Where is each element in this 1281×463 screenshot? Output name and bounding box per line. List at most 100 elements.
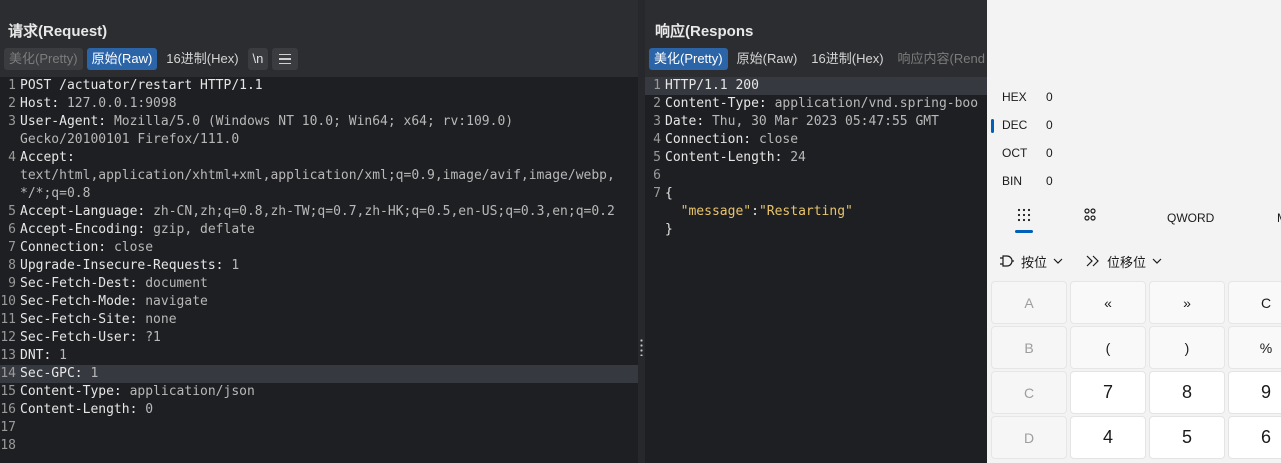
editor-line[interactable]: 9 Sec-Fetch-Dest: document — [0, 275, 638, 293]
editor-line[interactable]: 18 — [0, 437, 638, 455]
header-value: application/vnd.spring-boo — [774, 96, 979, 111]
bitwise-dropdown[interactable]: 按位 — [999, 252, 1063, 271]
header-name: Date — [665, 114, 697, 129]
response-tab-hex[interactable]: 16进制(Hex) — [806, 48, 888, 70]
line-number: 18 — [0, 438, 16, 453]
key-»[interactable]: » — [1149, 281, 1225, 324]
header-value: application/json — [129, 384, 255, 399]
editor-line[interactable]: 17 — [0, 419, 638, 437]
editor-line[interactable]: 5 Accept-Language: zh-CN,zh;q=0.8,zh-TW;q… — [0, 203, 638, 221]
editor-line[interactable]: "message":"Restarting" — [645, 203, 987, 221]
line-content: Content-Length: 24 — [665, 150, 806, 165]
drag-handle-icon[interactable] — [640, 338, 643, 356]
editor-line[interactable]: 1 POST /actuator/restart HTTP/1.1 — [0, 77, 638, 95]
line-content: Host: 127.0.0.1:9098 — [20, 96, 177, 111]
radix-hex[interactable]: HEX 0 — [987, 83, 1281, 111]
key-6[interactable]: 6 — [1228, 416, 1281, 459]
editor-line[interactable]: 7 Connection: close — [0, 239, 638, 257]
bitshift-label: 位移位 — [1107, 254, 1147, 270]
editor-line[interactable]: 1 HTTP/1.1 200 — [645, 77, 987, 95]
key-([interactable]: ( — [1070, 326, 1146, 369]
header-value: text/html,application/xhtml+xml,applicat… — [20, 168, 615, 201]
radix-label: BIN — [1002, 174, 1023, 188]
key-9[interactable]: 9 — [1228, 371, 1281, 414]
line-number: 3 — [653, 114, 661, 129]
header-value: document — [145, 276, 208, 291]
line-number: 5 — [653, 150, 661, 165]
editor-line[interactable]: 6 — [645, 167, 987, 185]
editor-line[interactable]: 16 Content-Length: 0 — [0, 401, 638, 419]
key-C: C — [991, 371, 1067, 414]
editor-line[interactable]: 10 Sec-Fetch-Mode: navigate — [0, 293, 638, 311]
radix-oct[interactable]: OCT 0 — [987, 139, 1281, 167]
line-content: Content-Length: 0 — [20, 402, 154, 417]
radix-dec[interactable]: DEC 0 — [987, 111, 1281, 139]
header-value: 24 — [790, 150, 806, 165]
line-content: "message":"Restarting" — [665, 203, 853, 221]
editor-line[interactable]: 12 Sec-Fetch-User: ?1 — [0, 329, 638, 347]
editor-line[interactable]: 4 Accept: text/html,application/xhtml+xml… — [0, 149, 638, 203]
editor-line[interactable]: 13 DNT: 1 — [0, 347, 638, 365]
line-number — [645, 221, 665, 239]
key-7[interactable]: 7 — [1070, 371, 1146, 414]
request-editor[interactable]: 1 POST /actuator/restart HTTP/1.1 2 Host: 1… — [0, 77, 638, 463]
editor-line[interactable]: 15 Content-Type: application/json — [0, 383, 638, 401]
request-newline-toggle[interactable]: \n — [247, 48, 269, 70]
editor-line[interactable]: 2 Host: 127.0.0.1:9098 — [0, 95, 638, 113]
key-A: A — [991, 281, 1067, 324]
radix-bin[interactable]: BIN 0 — [987, 167, 1281, 195]
editor-line[interactable]: 6 Accept-Encoding: gzip, deflate — [0, 221, 638, 239]
line-content: } — [665, 222, 673, 237]
response-tab-raw[interactable]: 原始(Raw) — [732, 48, 803, 70]
word-size-button[interactable]: QWORD — [1167, 211, 1214, 225]
request-tab-hex[interactable]: 16进制(Hex) — [161, 48, 243, 70]
response-tab-render[interactable]: 响应内容(Rend — [893, 48, 987, 70]
key-%[interactable]: % — [1228, 326, 1281, 369]
hamburger-menu-icon[interactable] — [272, 48, 299, 70]
editor-line[interactable]: } — [645, 221, 987, 239]
line-number: 2 — [8, 96, 16, 111]
line-content: Content-Type: application/json — [20, 384, 255, 399]
line-number: 1 — [653, 78, 661, 93]
key-«[interactable]: « — [1070, 281, 1146, 324]
line-number: 6 — [653, 168, 661, 183]
editor-line[interactable]: 2 Content-Type: application/vnd.spring-bo… — [645, 95, 987, 113]
editor-line[interactable]: 4 Connection: close — [645, 131, 987, 149]
key-4[interactable]: 4 — [1070, 416, 1146, 459]
editor-line[interactable]: 3 User-Agent: Mozilla/5.0 (Windows NT 10.… — [0, 113, 638, 149]
bit-toggle-icon[interactable] — [1083, 208, 1097, 225]
editor-line[interactable]: 3 Date: Thu, 30 Mar 2023 05:47:55 GMT — [645, 113, 987, 131]
pane-splitter[interactable] — [638, 0, 645, 463]
line-content: Sec-Fetch-Dest: document — [20, 276, 208, 291]
radix-label: DEC — [1002, 118, 1028, 132]
key-)[interactable]: ) — [1149, 326, 1225, 369]
key-C[interactable]: C — [1228, 281, 1281, 324]
request-title: 请求(Request) — [8, 23, 108, 40]
line-content: Sec-Fetch-Mode: navigate — [20, 294, 208, 309]
key-5[interactable]: 5 — [1149, 416, 1225, 459]
line-content: Accept-Encoding: gzip, deflate — [20, 222, 255, 237]
request-tab-pretty[interactable]: 美化(Pretty) — [4, 48, 83, 70]
header-name: Sec-Fetch-User — [20, 330, 130, 345]
request-tab-raw[interactable]: 原始(Raw) — [86, 48, 158, 70]
memory-button[interactable]: M — [1277, 211, 1281, 225]
header-value: ?1 — [145, 330, 161, 345]
line-number: 16 — [0, 402, 16, 417]
key-8[interactable]: 8 — [1149, 371, 1225, 414]
line-content: Sec-Fetch-Site: none — [20, 312, 177, 327]
editor-line[interactable]: 14 Sec-GPC: 1 — [0, 365, 638, 383]
editor-line[interactable]: 7{ — [645, 185, 987, 203]
editor-line[interactable]: 8 Upgrade-Insecure-Requests: 1 — [0, 257, 638, 275]
line-number: 1 — [8, 78, 16, 93]
editor-line[interactable]: 11 Sec-Fetch-Site: none — [0, 311, 638, 329]
response-editor[interactable]: 1 HTTP/1.1 200 2 Content-Type: application/… — [645, 77, 987, 463]
bitshift-dropdown[interactable]: 位移位 — [1085, 252, 1162, 271]
calculator-mode-tabs: QWORD M — [987, 200, 1281, 238]
line-number: 15 — [0, 384, 16, 399]
editor-line[interactable]: 5 Content-Length: 24 — [645, 149, 987, 167]
response-tab-pretty[interactable]: 美化(Pretty) — [649, 48, 728, 70]
header-name: Sec-Fetch-Site — [20, 312, 130, 327]
line-content: Upgrade-Insecure-Requests: 1 — [20, 258, 240, 273]
header-name: Accept-Encoding — [20, 222, 138, 237]
keypad-icon[interactable] — [1017, 208, 1031, 225]
